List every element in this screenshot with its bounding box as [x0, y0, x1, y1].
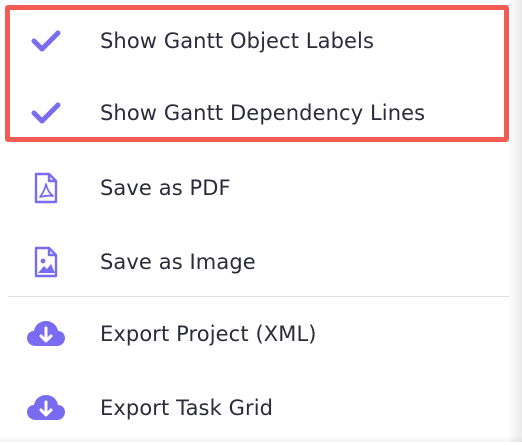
- checkmark-icon: [26, 93, 66, 133]
- menu-item-label: Show Gantt Dependency Lines: [100, 101, 426, 125]
- menu-item-export-task-grid[interactable]: Export Task Grid: [0, 371, 510, 445]
- menu-item-label: Save as PDF: [100, 176, 231, 200]
- cloud-download-icon: [26, 388, 66, 428]
- context-menu: Show Gantt Object Labels Show Gantt Depe…: [0, 0, 522, 442]
- menu-item-label: Show Gantt Object Labels: [100, 29, 374, 53]
- menu-item-show-gantt-object-labels[interactable]: Show Gantt Object Labels: [0, 4, 510, 78]
- menu-item-export-project-xml[interactable]: Export Project (XML): [0, 297, 510, 371]
- menu-item-show-gantt-dependency-lines[interactable]: Show Gantt Dependency Lines: [0, 76, 510, 150]
- menu-bottom-shadow: [0, 436, 522, 442]
- image-file-icon: [26, 242, 66, 282]
- checkmark-icon: [26, 21, 66, 61]
- menu-item-save-as-pdf[interactable]: Save as PDF: [0, 151, 510, 225]
- cloud-download-icon: [26, 314, 66, 354]
- menu-shadow: [510, 0, 522, 442]
- menu-item-label: Export Project (XML): [100, 322, 317, 346]
- menu-item-label: Save as Image: [100, 250, 256, 274]
- pdf-file-icon: [26, 168, 66, 208]
- menu-item-label: Export Task Grid: [100, 396, 274, 420]
- menu-item-save-as-image[interactable]: Save as Image: [0, 225, 510, 299]
